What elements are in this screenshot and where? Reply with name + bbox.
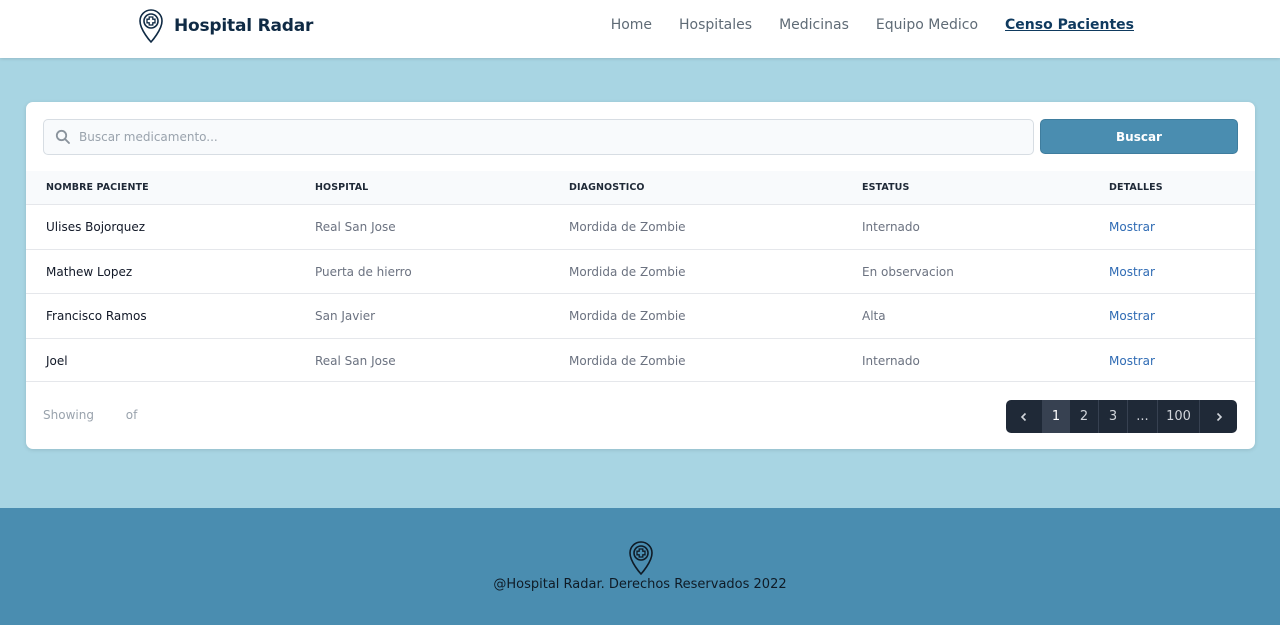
- header-estatus: ESTATUS: [862, 182, 910, 193]
- nav-equipo-medico[interactable]: Equipo Medico: [876, 17, 978, 33]
- cell-nombre: Ulises Bojorquez: [46, 220, 146, 234]
- nav-medicinas[interactable]: Medicinas: [779, 17, 849, 33]
- nav-hospitales[interactable]: Hospitales: [679, 17, 752, 33]
- mostrar-link[interactable]: Mostrar: [1109, 220, 1155, 234]
- brand[interactable]: Hospital Radar: [137, 8, 313, 44]
- mostrar-link[interactable]: Mostrar: [1109, 309, 1155, 323]
- cell-diagnostico: Mordida de Zombie: [569, 353, 686, 368]
- cell-hospital: Real San Jose: [315, 353, 396, 368]
- table-row: Joel Real San Jose Mordida de Zombie Int…: [26, 337, 1255, 382]
- showing-label: Showing: [43, 408, 94, 422]
- header-hospital: HOSPITAL: [315, 182, 369, 193]
- nav-censo-pacientes[interactable]: Censo Pacientes: [1005, 17, 1134, 33]
- page-ellipsis: ...: [1128, 400, 1158, 433]
- main-nav: Home Hospitales Medicinas Equipo Medico …: [584, 17, 1134, 33]
- nav-home[interactable]: Home: [611, 17, 652, 33]
- page-button[interactable]: 100: [1158, 400, 1200, 433]
- footer-copyright: @Hospital Radar. Derechos Reservados 202…: [493, 577, 787, 592]
- header-nombre-paciente: NOMBRE PACIENTE: [46, 182, 149, 193]
- table-row: Mathew Lopez Puerta de hierro Mordida de…: [26, 248, 1255, 294]
- cell-estatus: En observacion: [862, 264, 954, 279]
- top-navbar: Hospital Radar Home Hospitales Medicinas…: [0, 0, 1280, 58]
- search-input[interactable]: [79, 130, 979, 144]
- search-icon: [55, 129, 70, 144]
- cell-estatus: Alta: [862, 309, 886, 323]
- search-button[interactable]: Buscar: [1040, 119, 1238, 154]
- page-button[interactable]: 2: [1070, 400, 1099, 433]
- brand-name: Hospital Radar: [174, 16, 314, 36]
- mostrar-link[interactable]: Mostrar: [1109, 265, 1155, 279]
- cell-nombre: Joel: [46, 353, 68, 368]
- cell-hospital: Puerta de hierro: [315, 264, 412, 279]
- cell-nombre: Francisco Ramos: [46, 309, 147, 323]
- hospital-pin-icon: [139, 9, 163, 44]
- pagination: 1 2 3 ... 100: [1006, 400, 1237, 433]
- cell-diagnostico: Mordida de Zombie: [569, 264, 686, 279]
- cell-diagnostico: Mordida de Zombie: [569, 309, 686, 323]
- header-detalles: DETALLES: [1109, 182, 1163, 193]
- cell-hospital: San Javier: [315, 309, 376, 323]
- cell-estatus: Internado: [862, 220, 920, 234]
- table-row: Ulises Bojorquez Real San Jose Mordida d…: [26, 204, 1255, 249]
- cell-diagnostico: Mordida de Zombie: [569, 220, 686, 234]
- cell-estatus: Internado: [862, 353, 920, 368]
- search-box[interactable]: [43, 119, 1034, 155]
- mostrar-link[interactable]: Mostrar: [1109, 354, 1155, 368]
- of-label: of: [125, 408, 138, 422]
- patients-table: NOMBRE PACIENTE HOSPITAL DIAGNOSTICO EST…: [26, 171, 1255, 382]
- chevron-left-icon: [1020, 412, 1027, 421]
- chevron-right-icon: [1216, 412, 1222, 421]
- footer: @Hospital Radar. Derechos Reservados 202…: [0, 508, 1280, 625]
- cell-nombre: Mathew Lopez: [46, 264, 133, 279]
- page-button[interactable]: 3: [1099, 400, 1128, 433]
- page-button[interactable]: 1: [1043, 400, 1070, 433]
- cell-hospital: Real San Jose: [315, 220, 396, 234]
- showing-summary: Showing of: [43, 408, 165, 422]
- table-row: Francisco Ramos San Javier Mordida de Zo…: [26, 293, 1255, 338]
- table-header: NOMBRE PACIENTE HOSPITAL DIAGNOSTICO EST…: [26, 171, 1255, 204]
- hospital-pin-icon: [629, 541, 653, 576]
- header-diagnostico: DIAGNOSTICO: [569, 182, 645, 193]
- patients-card: Buscar NOMBRE PACIENTE HOSPITAL DIAGNOST…: [26, 102, 1255, 449]
- prev-page-button[interactable]: [1006, 400, 1043, 433]
- next-page-button[interactable]: [1200, 400, 1237, 433]
